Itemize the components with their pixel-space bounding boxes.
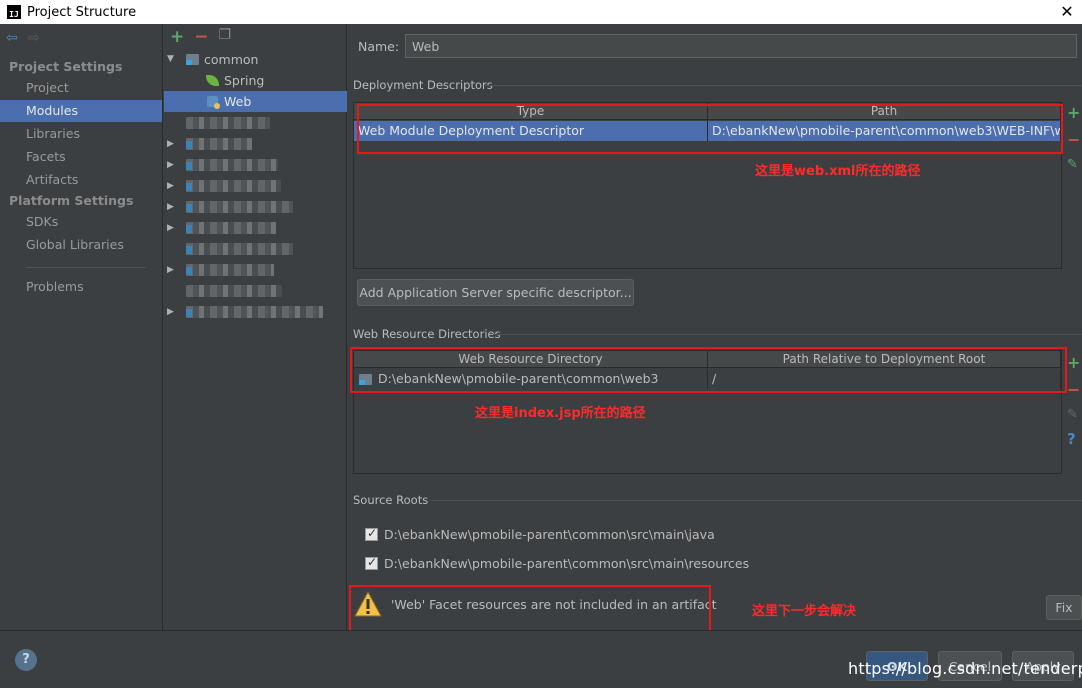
watermark-text: https://blog.csdn.net/tenderpuss — [848, 659, 1082, 678]
tree-toolbar: + − ❐ — [170, 27, 231, 47]
tree-node-obscured[interactable]: ▶ — [164, 155, 347, 176]
obscured-module-label — [186, 117, 270, 129]
tree-node-obscured[interactable]: ▶ — [164, 197, 347, 218]
add-icon[interactable]: + — [1067, 353, 1080, 372]
obscured-module-label — [186, 201, 293, 213]
source-root-path: D:\ebankNew\pmobile-parent\common\src\ma… — [384, 527, 715, 542]
obscured-module-label — [186, 138, 252, 150]
tree-node-obscured[interactable]: ▶ — [164, 260, 347, 281]
tree-node-label: Spring — [224, 73, 265, 88]
tree-node-web[interactable]: Web — [164, 91, 347, 112]
collapse-arrow-icon[interactable]: ▶ — [167, 155, 174, 176]
tree-node-obscured[interactable] — [164, 281, 347, 302]
tree-node-obscured[interactable]: ▶ — [164, 302, 347, 323]
collapse-arrow-icon[interactable]: ▶ — [167, 218, 174, 239]
annotation-box-deployment — [357, 104, 1063, 154]
group-divider — [430, 500, 1082, 501]
sidebar-item-global-libraries[interactable]: Global Libraries — [0, 234, 162, 256]
source-root-item[interactable]: D:\ebankNew\pmobile-parent\common\src\ma… — [365, 526, 715, 542]
title-bar: IJ Project Structure ✕ — [0, 0, 1082, 24]
obscured-module-label — [186, 180, 281, 192]
copy-icon[interactable]: ❐ — [219, 27, 232, 47]
obscured-module-label — [186, 285, 282, 297]
dialog-footer: ? OK Cancel Apply https://blog.csdn.net/… — [0, 630, 1082, 688]
name-label: Name: — [358, 39, 400, 54]
sidebar-divider — [26, 267, 146, 268]
pencil-edit-icon[interactable]: ✎ — [1067, 407, 1080, 422]
collapse-arrow-icon[interactable]: ▶ — [167, 176, 174, 197]
add-server-descriptor-button[interactable]: Add Application Server specific descript… — [357, 279, 634, 306]
tree-node-obscured[interactable]: ▶ — [164, 176, 347, 197]
collapse-arrow-icon[interactable]: ▶ — [167, 260, 174, 281]
pencil-edit-icon[interactable]: ✎ — [1067, 157, 1080, 172]
tree-node-label: common — [204, 52, 259, 67]
web-resource-directories-title: Web Resource Directories — [353, 327, 501, 341]
name-input[interactable] — [405, 34, 1077, 58]
add-icon[interactable]: + — [1067, 103, 1080, 122]
obscured-module-label — [186, 222, 276, 234]
expand-arrow-icon[interactable]: ▼ — [167, 49, 174, 70]
collapse-arrow-icon[interactable]: ▶ — [167, 197, 174, 218]
obscured-module-label — [186, 243, 293, 255]
sidebar-item-facets[interactable]: Facets — [0, 146, 162, 168]
obscured-module-label — [186, 306, 323, 318]
sidebar-item-sdks[interactable]: SDKs — [0, 211, 162, 233]
tree-node-obscured[interactable] — [164, 113, 347, 134]
close-icon[interactable]: ✕ — [1058, 2, 1076, 21]
annotation-web-xml: 这里是web.xml所在的路径 — [755, 164, 921, 179]
add-icon[interactable]: + — [170, 27, 184, 47]
tree-node-common[interactable]: ▼ common — [164, 49, 347, 70]
tree-node-obscured[interactable]: ▶ — [164, 134, 347, 155]
module-tree-panel: + − ❐ ▼ common Spring Web ▶ ▶ ▶ ▶ ▶ ▶ ▶ — [164, 24, 347, 630]
window-title: Project Structure — [27, 4, 137, 20]
help-question-icon[interactable]: ? — [15, 649, 37, 671]
tree-node-obscured[interactable]: ▶ — [164, 218, 347, 239]
back-arrow-icon[interactable]: ⇦ — [6, 30, 18, 46]
group-divider — [485, 85, 1082, 86]
project-settings-header: Project Settings — [9, 59, 123, 74]
help-question-icon[interactable]: ? — [1067, 430, 1080, 448]
annotation-box-web-resource — [350, 347, 1067, 393]
web-resource-table-tools: + − ✎ ? — [1067, 353, 1080, 448]
deployment-descriptors-title: Deployment Descriptors — [353, 78, 493, 92]
collapse-arrow-icon[interactable]: ▶ — [167, 302, 174, 323]
annotation-next-step: 这里下一步会解决 — [752, 604, 857, 619]
remove-icon[interactable]: − — [1067, 380, 1080, 399]
web-facet-icon — [207, 96, 220, 109]
checkbox-checked[interactable] — [365, 526, 378, 541]
forward-arrow-icon[interactable]: ⇨ — [28, 30, 40, 46]
tree-node-spring[interactable]: Spring — [164, 70, 347, 91]
intellij-logo-icon: IJ — [7, 5, 21, 19]
spring-leaf-icon — [206, 75, 219, 86]
remove-icon[interactable]: − — [1067, 130, 1080, 149]
settings-sidebar: ⇦ ⇨ Project Settings Project Modules Lib… — [0, 24, 163, 630]
obscured-module-label — [186, 264, 274, 276]
sidebar-item-project[interactable]: Project — [0, 77, 162, 99]
deployment-table-tools: + − ✎ — [1067, 103, 1080, 172]
source-roots-title: Source Roots — [353, 493, 429, 507]
annotation-index-jsp: 这里是index.jsp所在的路径 — [475, 406, 646, 421]
source-root-path: D:\ebankNew\pmobile-parent\common\src\ma… — [384, 556, 750, 571]
collapse-arrow-icon[interactable]: ▶ — [167, 134, 174, 155]
source-root-item[interactable]: D:\ebankNew\pmobile-parent\common\src\ma… — [365, 555, 750, 571]
obscured-module-label — [186, 159, 278, 171]
sidebar-item-modules[interactable]: Modules — [0, 100, 162, 122]
history-navigation: ⇦ ⇨ — [6, 30, 39, 46]
tree-node-label: Web — [224, 94, 252, 109]
tree-node-obscured[interactable] — [164, 239, 347, 260]
module-folder-icon — [186, 54, 199, 65]
checkbox-checked[interactable] — [365, 555, 378, 570]
sidebar-item-problems[interactable]: Problems — [0, 276, 162, 298]
remove-icon[interactable]: − — [194, 27, 208, 47]
sidebar-item-libraries[interactable]: Libraries — [0, 123, 162, 145]
fix-button[interactable]: Fix — [1046, 595, 1082, 620]
group-divider — [493, 334, 1082, 335]
platform-settings-header: Platform Settings — [9, 193, 134, 208]
sidebar-item-artifacts[interactable]: Artifacts — [0, 169, 162, 191]
